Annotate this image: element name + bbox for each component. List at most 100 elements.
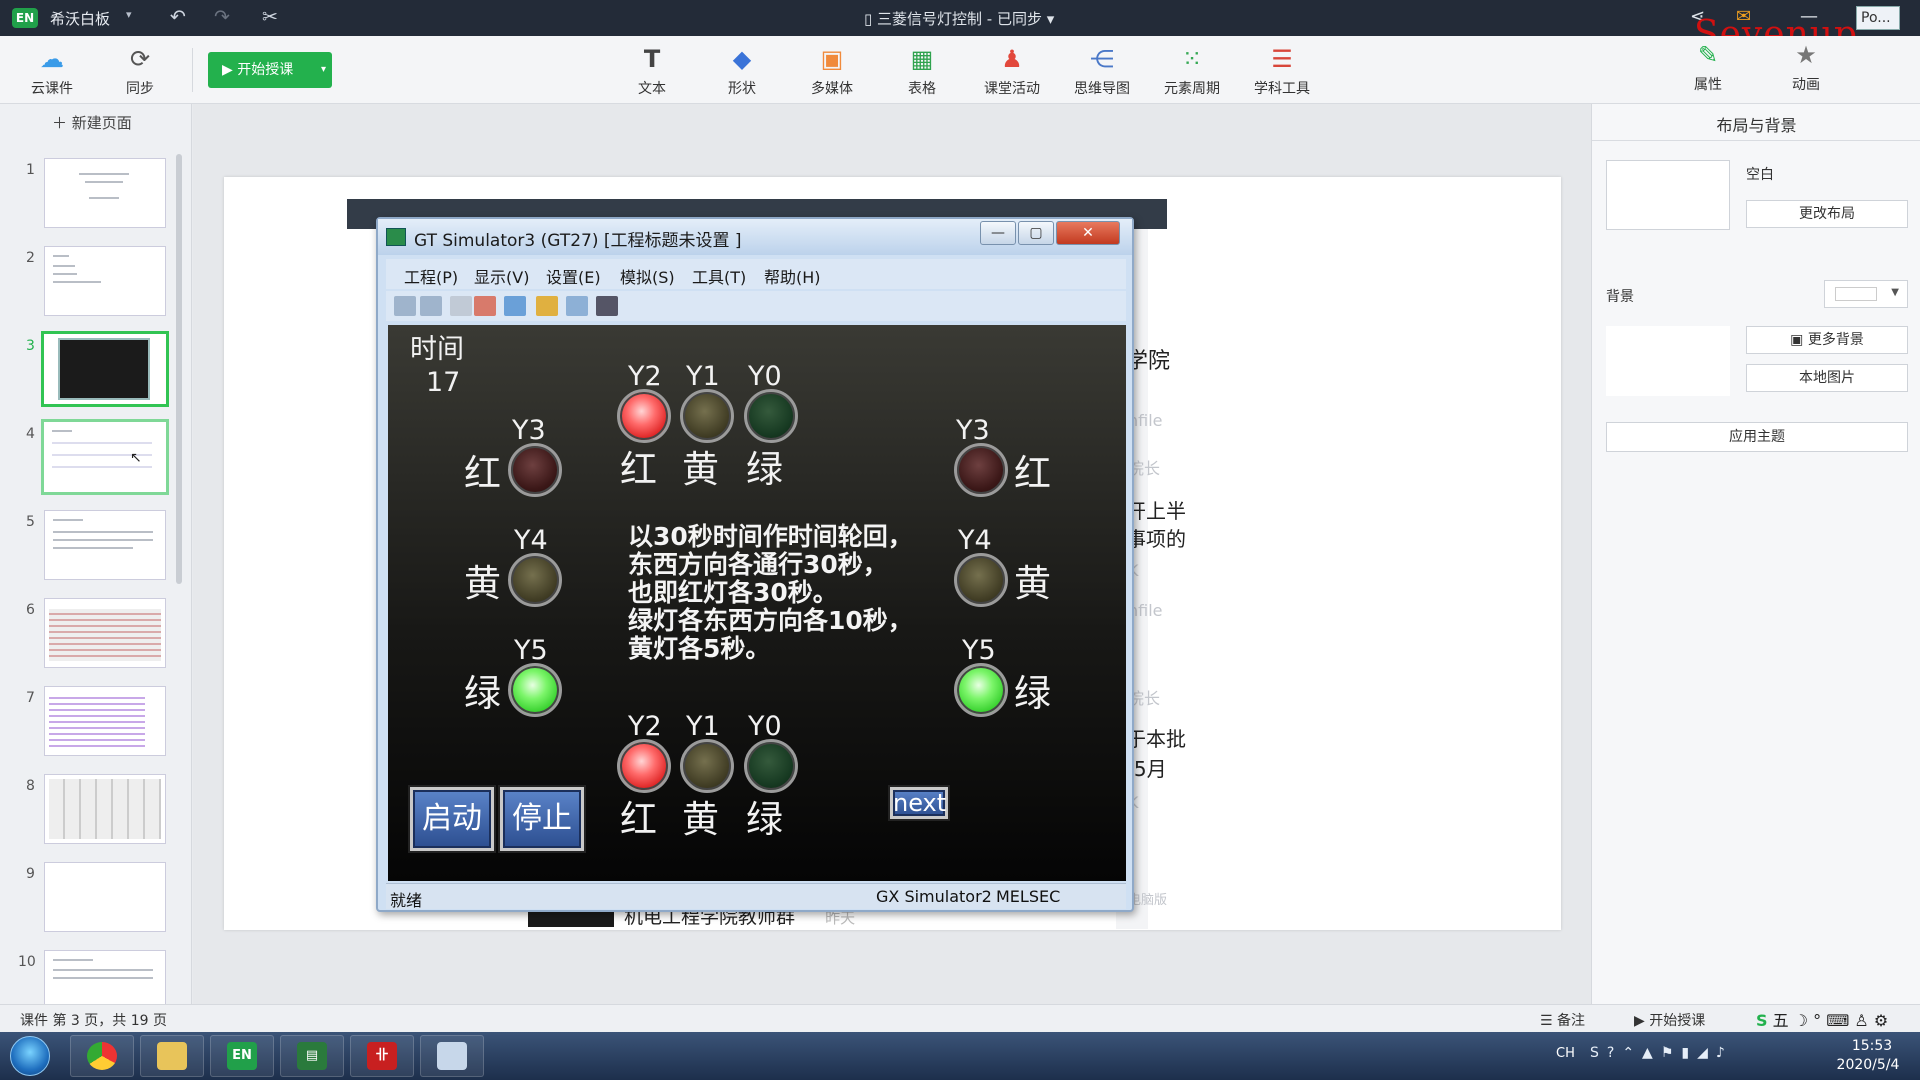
keyboard-icon[interactable]	[596, 296, 618, 316]
simulator-title-bar[interactable]: GT Simulator3 (GT27) [工程标题未设置 ] — ▢ ✕	[378, 219, 1132, 255]
scissors-icon[interactable]: ✂	[262, 6, 278, 28]
slide-thumbnail-active[interactable]: 3	[0, 331, 180, 412]
windows-start-button[interactable]	[10, 1036, 50, 1076]
lamp-green-top	[744, 389, 798, 443]
person-icon: ♟	[1001, 45, 1023, 73]
document-title[interactable]: ▯ 三菱信号灯控制 - 已同步 ▾	[864, 8, 1054, 29]
slide-preview[interactable]	[44, 862, 166, 932]
class-activity-button[interactable]: ♟ 课堂活动	[974, 44, 1050, 98]
taskbar-simulator[interactable]	[420, 1035, 484, 1077]
refresh-icon[interactable]	[394, 296, 416, 316]
slide-preview[interactable]	[44, 510, 166, 580]
forward-icon[interactable]	[420, 296, 442, 316]
slide-thumbnail[interactable]: 2	[0, 244, 180, 324]
taskbar-gx-works[interactable]: ▤	[280, 1035, 344, 1077]
text-tool-button[interactable]: T 文本	[614, 44, 690, 98]
start-button[interactable]: 启动	[410, 787, 494, 851]
menu-view[interactable]: 显示(V)	[474, 264, 529, 288]
background-preview[interactable]	[1606, 326, 1730, 396]
start-class-label: 开始授课	[237, 62, 294, 78]
system-tray-icons[interactable]: S?⌃▲⚑▮◢♪	[1590, 1045, 1733, 1061]
menu-simulate[interactable]: 模拟(S)	[620, 264, 675, 288]
media-tool-label: 多媒体	[811, 81, 853, 97]
background-color-picker[interactable]: ▼	[1824, 280, 1908, 308]
slide-thumbnail[interactable]: 7	[0, 684, 180, 764]
sogou-ime-icon: S	[1756, 1011, 1768, 1030]
sync-button[interactable]: ⟳ 同步	[102, 44, 178, 98]
properties-button[interactable]: ✎ 属性	[1670, 40, 1746, 94]
lamp-yellow-top	[680, 389, 734, 443]
clock-date[interactable]: 2020/5/4	[1826, 1057, 1910, 1073]
slide-preview[interactable]	[44, 686, 166, 756]
slide-thumbnail[interactable]: 9	[0, 860, 180, 940]
print-icon[interactable]	[450, 296, 472, 316]
mind-map-button[interactable]: ⋲ 思维导图	[1064, 44, 1140, 98]
device-icon[interactable]	[474, 296, 496, 316]
menu-tools[interactable]: 工具(T)	[692, 264, 746, 288]
label-yellow-right: 黄	[1014, 562, 1051, 605]
slide-preview[interactable]	[44, 950, 166, 1006]
start-class-button[interactable]: ▶ 开始授课 ▾	[208, 52, 332, 88]
table-tool-button[interactable]: ▦ 表格	[884, 44, 960, 98]
app-menu-dropdown-icon[interactable]: ▾	[126, 8, 132, 21]
layout-preview[interactable]	[1606, 160, 1730, 230]
more-backgrounds-button[interactable]: ▣ 更多背景	[1746, 326, 1908, 354]
menu-project[interactable]: 工程(P)	[404, 264, 458, 288]
slide-preview[interactable]: ↖	[41, 419, 169, 495]
slide-thumbnail[interactable]: 1	[0, 156, 180, 236]
settings-icon[interactable]	[536, 296, 558, 316]
time-value: 17	[426, 367, 461, 398]
slide-number: 8	[26, 778, 35, 794]
ime-toolbar[interactable]: S 五 ☽ ° ⌨ ♙ ⚙	[1756, 1007, 1888, 1031]
lamp-yellow-bottom	[680, 739, 734, 793]
simulator-menu-bar: 工程(P) 显示(V) 设置(E) 模拟(S) 工具(T) 帮助(H)	[386, 259, 1126, 289]
maximize-button[interactable]: ▢	[1018, 221, 1054, 245]
taskbar-explorer[interactable]	[140, 1035, 204, 1077]
periodic-table-button[interactable]: ⁙ 元素周期	[1154, 44, 1230, 98]
notes-label: 备注	[1557, 1013, 1586, 1029]
shape-tool-button[interactable]: ◆ 形状	[704, 44, 780, 98]
input-language[interactable]: CH	[1556, 1046, 1575, 1061]
clock-time[interactable]: 15:53	[1838, 1038, 1906, 1054]
slide-thumbnail[interactable]: 6	[0, 596, 180, 676]
app-name[interactable]: 希沃白板	[50, 8, 110, 29]
change-layout-button[interactable]: 更改布局	[1746, 200, 1908, 228]
cloud-courseware-button[interactable]: ☁ 云课件	[14, 44, 90, 98]
local-image-button[interactable]: 本地图片	[1746, 364, 1908, 392]
slide-preview[interactable]	[44, 598, 166, 668]
slide-thumbnail[interactable]: 4 ↖	[0, 419, 180, 500]
undo-icon[interactable]: ↶	[170, 6, 186, 28]
slide-preview[interactable]	[44, 246, 166, 316]
subject-tools-button[interactable]: ☰ 学科工具	[1244, 44, 1320, 98]
close-button[interactable]: ✕	[1056, 221, 1120, 245]
slide-thumbnail[interactable]: 8	[0, 772, 180, 852]
menu-settings[interactable]: 设置(E)	[546, 264, 601, 288]
slide-thumbnail-panel: ＋ 新建页面 1 2 3 4 ↖ 5 6 7 8 9 10	[0, 104, 192, 1006]
label-y1-bottom: Y1	[686, 711, 720, 742]
slide-thumbnail[interactable]: 5	[0, 508, 180, 588]
next-button[interactable]: next	[890, 787, 948, 819]
animation-button[interactable]: ★ 动画	[1768, 40, 1844, 94]
media-tool-button[interactable]: ▣ 多媒体	[794, 44, 870, 98]
taskbar-seewo[interactable]: EN	[210, 1035, 274, 1077]
notes-button[interactable]: ☰ 备注	[1540, 1010, 1585, 1030]
stop-button[interactable]: 停止	[500, 787, 584, 851]
redo-icon[interactable]: ↷	[214, 6, 230, 28]
slide-preview[interactable]	[41, 331, 169, 407]
taskbar-chrome[interactable]	[70, 1035, 134, 1077]
chevron-down-icon[interactable]: ▾	[321, 52, 326, 88]
taskbar-app[interactable]: 卝	[350, 1035, 414, 1077]
slide-preview[interactable]	[44, 158, 166, 228]
slide-preview[interactable]	[44, 774, 166, 844]
search-icon[interactable]	[566, 296, 588, 316]
thumbnail-scrollbar[interactable]	[176, 154, 182, 584]
gt-simulator-window[interactable]: GT Simulator3 (GT27) [工程标题未设置 ] — ▢ ✕ 工程…	[376, 217, 1134, 912]
powerpoint-window-button[interactable]: Po...	[1856, 6, 1900, 30]
label-green-left: 绿	[464, 672, 501, 715]
apply-theme-button[interactable]: 应用主题	[1606, 422, 1908, 452]
monitor-icon[interactable]	[504, 296, 526, 316]
new-page-button[interactable]: ＋ 新建页面	[52, 112, 132, 133]
menu-help[interactable]: 帮助(H)	[764, 264, 821, 288]
status-start-class-button[interactable]: ▶ 开始授课	[1634, 1010, 1705, 1030]
minimize-button[interactable]: —	[980, 221, 1016, 245]
